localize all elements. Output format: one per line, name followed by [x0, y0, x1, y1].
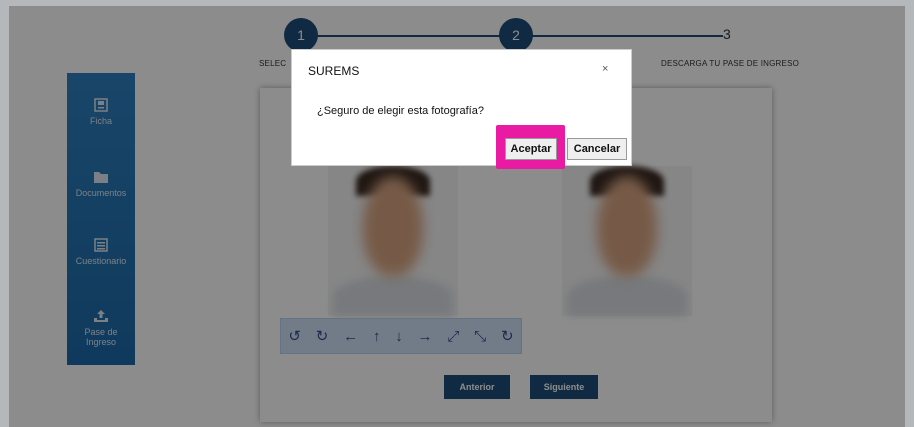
- frame-left: [0, 0, 9, 427]
- frame-right: [905, 0, 914, 427]
- close-icon[interactable]: ×: [602, 63, 608, 75]
- accept-button[interactable]: Aceptar: [505, 138, 557, 160]
- confirm-dialog: SUREMS × ¿Seguro de elegir esta fotograf…: [291, 49, 632, 169]
- dialog-message: ¿Seguro de elegir esta fotografía?: [317, 105, 484, 117]
- cancel-button[interactable]: Cancelar: [567, 138, 627, 160]
- page: 1 2 3 SELEC DESCARGA TU PASE DE INGRESO …: [9, 6, 905, 427]
- dialog-title: SUREMS: [308, 64, 360, 78]
